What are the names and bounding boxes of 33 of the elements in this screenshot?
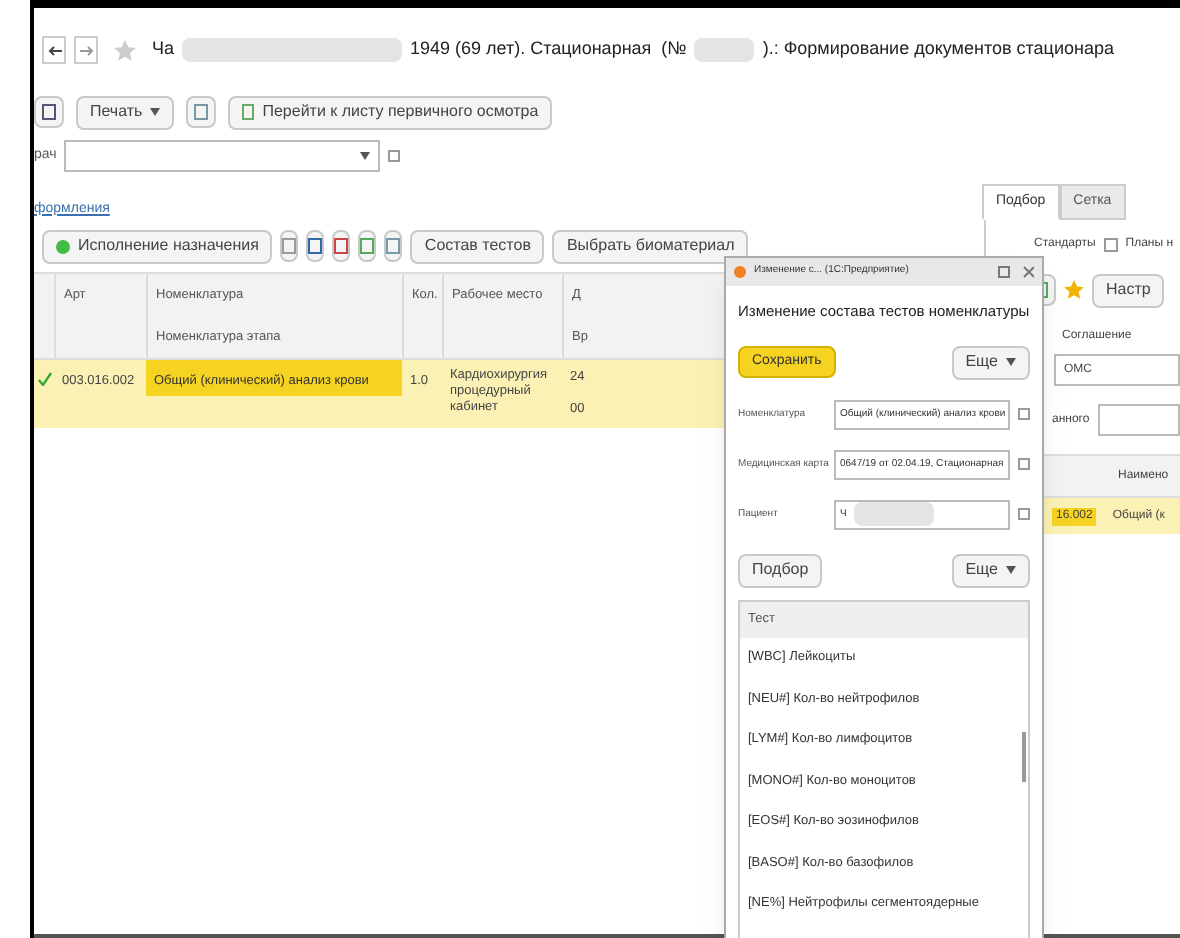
window-controls-icon[interactable] — [998, 266, 1034, 278]
star-icon[interactable] — [1064, 280, 1084, 300]
open-icon[interactable] — [1018, 458, 1030, 471]
open-icon[interactable] — [1018, 408, 1030, 421]
pick-button[interactable]: Подбор — [738, 553, 823, 588]
app-icon — [734, 266, 746, 278]
more-button[interactable]: Еще — [951, 345, 1030, 380]
window-title: ).: Формирование документов стационара — [762, 36, 1114, 63]
caret-icon — [360, 152, 371, 160]
biomaterial-button[interactable]: Выбрать биоматериал — [552, 229, 749, 263]
open-icon[interactable] — [1018, 508, 1030, 521]
caret-icon — [150, 108, 161, 116]
back-arrow-icon — [47, 45, 61, 55]
go-to-exam-button[interactable]: Перейти к листу первичного осмотра — [228, 95, 553, 129]
more-button[interactable]: Еще — [951, 553, 1030, 588]
open-icon[interactable] — [388, 150, 401, 162]
doctor-field[interactable] — [64, 140, 381, 172]
redacted-block — [694, 38, 755, 62]
print-button[interactable]: Печать — [76, 95, 175, 129]
checkbox[interactable] — [1103, 237, 1118, 251]
settings-button[interactable]: Настр — [1092, 273, 1165, 307]
caret-icon — [1006, 358, 1016, 367]
caret-icon — [1006, 566, 1016, 575]
star-icon[interactable] — [114, 39, 136, 61]
back-button[interactable] — [42, 36, 66, 64]
tests-button[interactable]: Состав тестов — [410, 229, 545, 263]
window-title: Ча — [152, 36, 175, 63]
forward-arrow-icon — [79, 45, 93, 55]
window-title: 1949 (69 лет). Стационарная (№ — [410, 36, 687, 63]
input-field[interactable] — [1097, 404, 1180, 436]
check-icon — [56, 239, 70, 253]
execute-button[interactable]: Исполнение назначения — [42, 229, 273, 263]
scrollbar-thumb[interactable] — [1022, 731, 1026, 782]
